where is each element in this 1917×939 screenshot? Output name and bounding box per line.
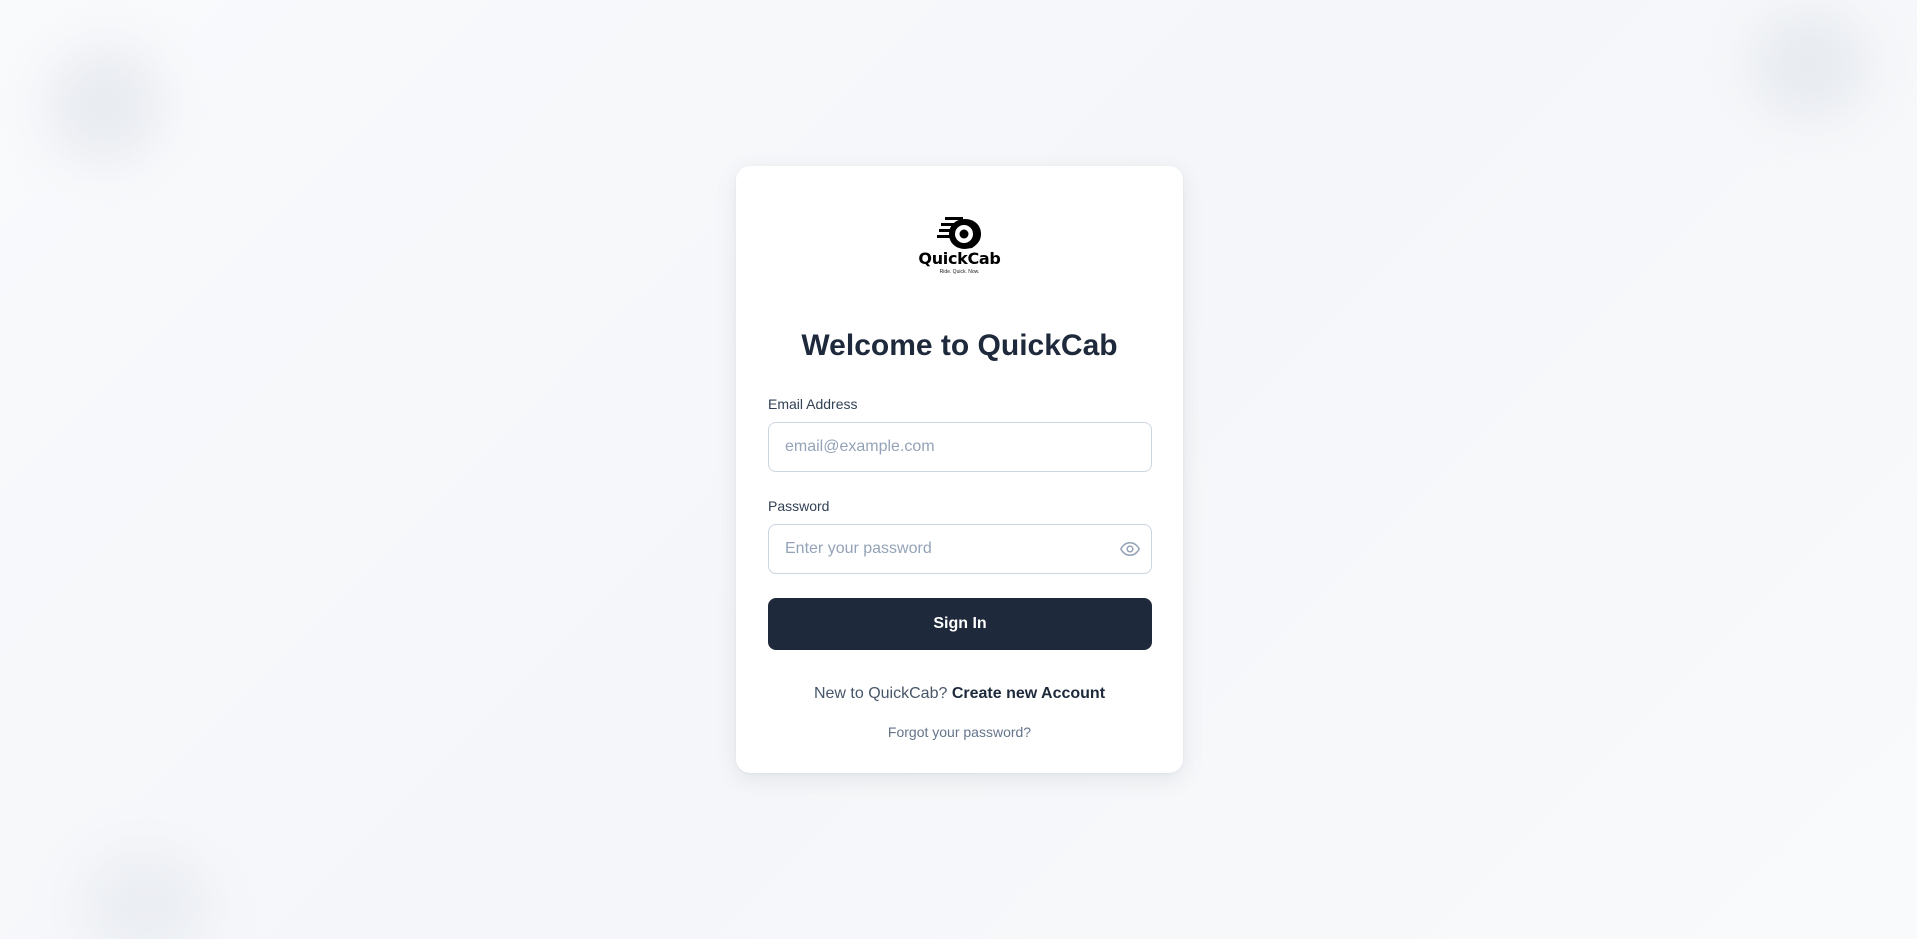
page-title: Welcome to QuickCab (801, 329, 1118, 362)
brand-tagline: Ride. Quick. Now. (939, 269, 980, 275)
login-page: QuickCab Ride. Quick. Now. Welcome to Qu… (0, 0, 1917, 939)
background-blob (45, 45, 165, 165)
create-account-link[interactable]: Create new Account (952, 685, 1105, 702)
eye-icon[interactable] (1120, 541, 1140, 557)
brand-logo: QuickCab Ride. Quick. Now. (736, 214, 1183, 288)
signup-prompt-text: New to QuickCab? (813, 685, 948, 702)
email-field[interactable] (768, 422, 1152, 472)
email-input[interactable] (785, 423, 1105, 471)
signup-prompt: New to QuickCab? Create new Account (736, 684, 1183, 704)
taxi-wheel-logo-icon (936, 217, 981, 249)
email-label: Email Address (768, 396, 858, 412)
background-blob (1750, 10, 1870, 120)
login-card: QuickCab Ride. Quick. Now. Welcome to Qu… (736, 166, 1183, 773)
background-blob (80, 850, 210, 939)
sign-in-button[interactable]: Sign In (768, 598, 1152, 650)
password-field[interactable] (768, 524, 1152, 574)
forgot-password-link[interactable]: Forgot your password? (888, 724, 1031, 740)
brand-name: QuickCab (918, 249, 1001, 268)
forgot-password-row: Forgot your password? (736, 723, 1183, 741)
password-input[interactable] (785, 525, 1105, 573)
password-label: Password (768, 498, 830, 514)
